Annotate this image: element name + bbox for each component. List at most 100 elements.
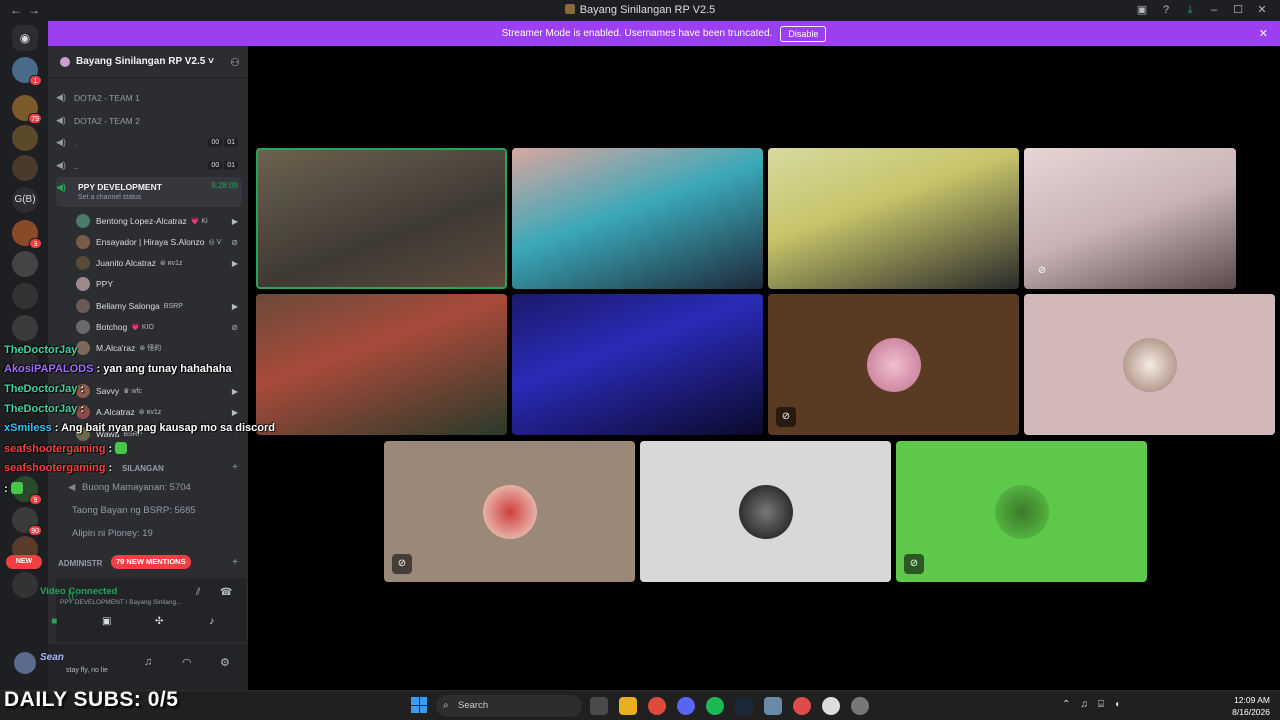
mention-badge: 9 [29, 494, 42, 505]
headphones-icon[interactable]: ◠ [182, 656, 192, 669]
start-button[interactable] [411, 697, 427, 713]
obs-icon[interactable] [822, 697, 840, 715]
voice-channel[interactable]: ◀).. 00 01 [56, 156, 242, 175]
daily-subs-overlay: DAILY SUBS: 0/5 [4, 688, 179, 711]
avatar-tile[interactable]: ⊘ [768, 294, 1019, 435]
chat-message: seafshootergaming : [4, 462, 113, 474]
avatar-tile[interactable]: ⊘ [384, 441, 635, 582]
new-mentions-pill[interactable]: 79 NEW MENTIONS [111, 555, 191, 569]
voice-channel[interactable]: ◀). 00 01 [56, 133, 242, 152]
chrome-icon[interactable] [648, 697, 666, 715]
app-icon[interactable] [793, 697, 811, 715]
steam-icon[interactable] [735, 697, 753, 715]
server-icon[interactable]: 79 [12, 95, 42, 124]
system-tray-icons[interactable]: ⌃♫⌸◖ [1062, 699, 1130, 710]
video-tile[interactable] [512, 294, 763, 435]
muted-icon: ⊘ [904, 554, 924, 574]
deafened-icon: ⊘ [231, 322, 238, 332]
file-explorer-icon[interactable] [619, 697, 637, 715]
add-member-icon[interactable]: ⚇ [230, 56, 240, 69]
activities-button[interactable]: ✣ [144, 616, 174, 634]
avatar-tile[interactable]: ⊘ [896, 441, 1147, 582]
server-icon[interactable] [12, 155, 38, 181]
app-icon[interactable] [851, 697, 869, 715]
chat-message: TheDoctorJay : [4, 403, 85, 415]
category-header[interactable]: ADMINISTR [58, 559, 102, 568]
avatar [482, 484, 537, 539]
text-channel[interactable]: Alipin ni Pioney: 19 [72, 523, 242, 543]
voice-member[interactable]: A.Alcatraz ⊛ ʀv1z ▶ [76, 402, 242, 422]
new-pill[interactable]: NEW [6, 555, 42, 569]
voice-member[interactable]: M.Alca'raz ⊛ 怪的 [76, 338, 242, 358]
voice-member[interactable]: PPY [76, 274, 242, 294]
taskbar: ⌕ Search ⌃♫⌸◖ 12:09 AM 8/16/2026 [0, 690, 1280, 720]
server-icon[interactable] [12, 283, 38, 309]
discord-home-icon[interactable]: ◉ [12, 25, 38, 51]
server-icon[interactable]: 3 [12, 220, 42, 249]
text-channel[interactable]: ◀ Buong Mamayanan: 5704 [68, 477, 238, 497]
download-icon[interactable]: ⤓ [1178, 2, 1202, 19]
active-voice-channel[interactable]: ◀) PPY DEVELOPMENT 9:28:09 Set a channel… [56, 177, 242, 207]
voice-member[interactable]: Juanito Alcatraz ⊛ ʀv1z ▶ [76, 253, 242, 273]
add-channel-icon[interactable]: + [232, 462, 238, 473]
search-box[interactable]: ⌕ Search [436, 695, 582, 717]
microphone-icon[interactable]: ♫ [144, 656, 152, 668]
server-icon[interactable]: 1 [12, 57, 42, 86]
avatar-tile[interactable] [1024, 294, 1275, 435]
emote-icon [115, 442, 128, 454]
video-tile[interactable] [512, 148, 763, 289]
guild-header[interactable]: Bayang Sinilangan RP V2.5 ˅ ⚇ [48, 46, 248, 78]
voice-member[interactable]: Savvy ♛ wfc ▶ [76, 381, 242, 401]
video-tile[interactable]: ⊘ [1024, 148, 1236, 289]
server-icon[interactable] [12, 251, 38, 277]
server-icon[interactable] [12, 315, 38, 341]
window-title: Bayang Sinilangan RP V2.5 [0, 4, 1280, 16]
spotify-icon[interactable] [706, 697, 724, 715]
voice-channel[interactable]: ◀) DOTA2 - TEAM 1 [56, 88, 242, 107]
voice-channel[interactable]: ◀) DOTA2 - TEAM 2 [56, 111, 242, 130]
avatar [994, 484, 1049, 539]
camera-icon: ▶ [231, 386, 238, 396]
voice-channel-path[interactable]: PPY DEVELOPMENT / Bayang Sinilang... [60, 599, 182, 606]
clock[interactable]: 12:09 AM 8/16/2026 [1232, 694, 1270, 718]
category-header[interactable]: SILANGAN [122, 464, 164, 473]
banner-text: Streamer Mode is enabled. Usernames have… [501, 28, 773, 39]
server-icon[interactable] [12, 125, 38, 151]
channel-status[interactable]: Set a channel status [78, 194, 141, 201]
chat-message: AkosiPAPALODS : yan ang tunay hahahaha [4, 363, 232, 375]
soundboard-button[interactable]: ♪ [197, 616, 227, 634]
server-icon[interactable]: 90 [12, 507, 42, 536]
task-view-icon[interactable] [590, 697, 608, 715]
maximize-button[interactable]: ☐ [1226, 2, 1250, 19]
camera-button[interactable]: ■ [39, 616, 69, 634]
close-icon[interactable]: ✕ [1259, 27, 1268, 40]
noise-suppression-icon[interactable]: ⫽ [196, 587, 200, 598]
minimize-button[interactable]: – [1202, 2, 1226, 19]
discord-icon[interactable] [677, 697, 695, 715]
server-icon[interactable]: G(B) [12, 187, 38, 213]
muted-icon: ⊘ [1037, 265, 1047, 276]
avatar-tile[interactable] [640, 441, 891, 582]
video-tile[interactable] [256, 294, 507, 435]
camera-icon: ▶ [231, 216, 238, 226]
speaker-icon: ◀) [56, 137, 66, 147]
help-icon[interactable]: ? [1154, 2, 1178, 19]
add-channel-icon[interactable]: + [232, 557, 238, 568]
voice-member[interactable]: Ensayador | Hiraya S.Alonzo ◎ V ⊘ [76, 232, 242, 252]
video-tile[interactable] [768, 148, 1019, 289]
close-button[interactable]: ✕ [1250, 2, 1274, 19]
server-icon[interactable] [12, 572, 38, 598]
voice-member[interactable]: Bentong Lopez-Alcatraz 💗 Ki ▶ [76, 211, 242, 231]
disconnect-icon[interactable]: ☎ [220, 587, 232, 598]
voice-member[interactable]: Botchog 💗 KIO ⊘ [76, 317, 242, 337]
custom-status: stay fly, no lie [66, 667, 108, 674]
voice-member[interactable]: Bellamy Salonga BSRP ▶ [76, 296, 242, 316]
inbox-icon[interactable]: ▣ [1130, 2, 1154, 19]
text-channel[interactable]: Taong Bayan ng BSRP: 5685 [72, 500, 242, 520]
notepad-icon[interactable] [764, 697, 782, 715]
video-tile[interactable] [256, 148, 507, 289]
disable-button[interactable]: Disable [780, 25, 827, 42]
screen-share-button[interactable]: ▣ [92, 616, 122, 634]
settings-icon[interactable]: ⚙ [220, 656, 230, 669]
avatar[interactable] [14, 652, 36, 674]
